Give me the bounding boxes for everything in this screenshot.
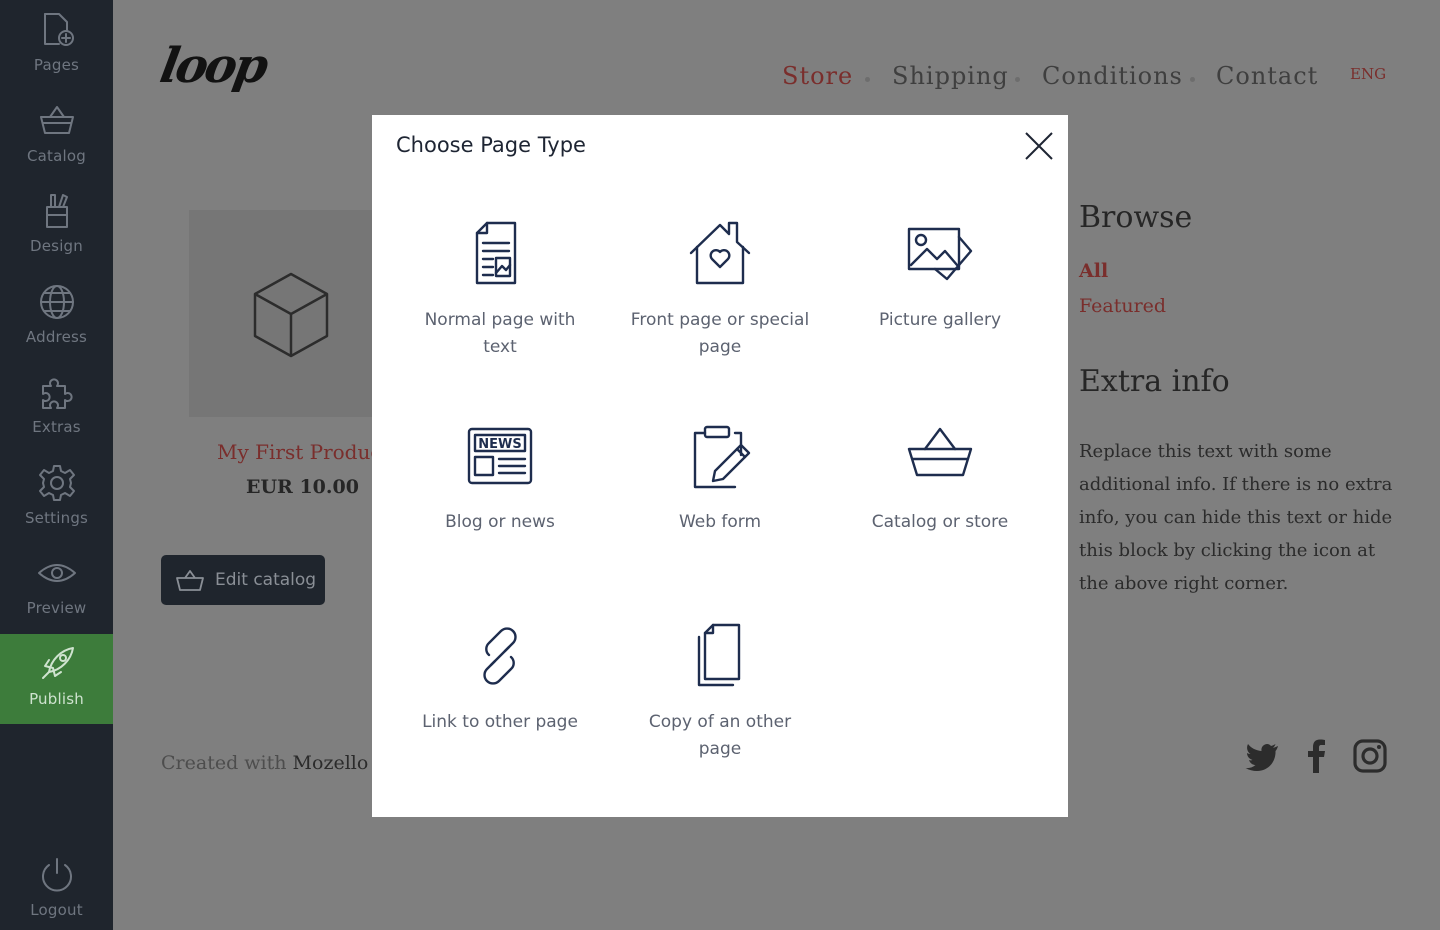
sidebar-item-logout[interactable]: Logout xyxy=(0,845,113,930)
option-copy-page[interactable]: Copy of an other page xyxy=(610,621,830,811)
sidebar-item-publish[interactable]: Publish xyxy=(0,634,113,724)
footer-credit: Created with Mozello - xyxy=(161,752,381,774)
option-picture-gallery[interactable]: Picture gallery xyxy=(830,219,1050,409)
facebook-icon[interactable] xyxy=(1299,738,1335,774)
option-link-page[interactable]: Link to other page xyxy=(390,621,610,811)
box-icon xyxy=(253,272,329,358)
sidebar-item-label: Preview xyxy=(26,599,87,617)
nav-separator xyxy=(1190,77,1195,82)
add-page-icon xyxy=(43,13,74,46)
option-blog-news[interactable]: NEWS Blog or news xyxy=(390,421,610,611)
nav-link-conditions[interactable]: Conditions xyxy=(1042,62,1183,90)
link-icon xyxy=(483,627,517,685)
sidebar-item-label: Publish xyxy=(29,690,84,708)
product-name[interactable]: My First Product xyxy=(217,440,390,464)
sidebar-item-settings[interactable]: Settings xyxy=(0,453,113,543)
option-front-page[interactable]: Front page or special page xyxy=(610,219,830,409)
nav-link-contact[interactable]: Contact xyxy=(1216,62,1318,90)
clipboard-pen-icon xyxy=(693,425,751,489)
option-label: Front page or special page xyxy=(630,310,810,357)
edit-catalog-button[interactable]: Edit catalog xyxy=(161,555,325,605)
instagram-icon[interactable] xyxy=(1352,738,1388,774)
sidebar-item-label: Design xyxy=(30,237,83,255)
sidebar-item-label: Settings xyxy=(24,509,89,527)
nav-link-shipping[interactable]: Shipping xyxy=(892,62,1009,90)
sidebar-item-address[interactable]: Address xyxy=(0,272,113,362)
rocket-icon xyxy=(41,647,74,679)
browse-heading: Browse xyxy=(1079,200,1193,235)
browse-link-featured[interactable]: Featured xyxy=(1079,295,1166,317)
sidebar-item-extras[interactable]: Extras xyxy=(0,362,113,452)
basket-icon xyxy=(39,106,74,134)
gear-icon xyxy=(38,465,75,501)
sidebar-item-pages[interactable]: Pages xyxy=(0,0,113,90)
globe-icon xyxy=(39,285,74,319)
nav-separator xyxy=(1015,77,1020,82)
option-label: Web form xyxy=(678,512,762,532)
power-icon xyxy=(41,858,72,892)
sidebar-item-catalog[interactable]: Catalog xyxy=(0,91,113,181)
newspaper-icon: NEWS xyxy=(467,427,533,485)
option-web-form[interactable]: Web form xyxy=(610,421,830,611)
sidebar: Pages Catalog Design Address Extras Sett… xyxy=(0,0,113,930)
basket-icon xyxy=(176,570,204,591)
nav-separator xyxy=(865,77,870,82)
close-icon[interactable] xyxy=(1022,129,1056,163)
option-label: Copy of an other page xyxy=(648,712,792,759)
copy-icon xyxy=(697,623,741,687)
svg-text:NEWS: NEWS xyxy=(478,437,521,452)
extra-info-text: Replace this text with some additional i… xyxy=(1079,441,1393,594)
twitter-icon[interactable] xyxy=(1244,738,1280,774)
option-catalog-store[interactable]: Catalog or store xyxy=(830,421,1050,611)
sidebar-item-label: Extras xyxy=(32,418,81,436)
sidebar-item-label: Catalog xyxy=(26,147,86,165)
footer-brand-link[interactable]: Mozello xyxy=(293,752,369,774)
option-label: Link to other page xyxy=(422,712,578,732)
option-label: Picture gallery xyxy=(878,310,1002,330)
option-normal-page[interactable]: Normal page with text xyxy=(390,219,610,409)
option-label: Blog or news xyxy=(445,512,555,532)
product-price: EUR 10.00 xyxy=(246,476,359,498)
option-label: Normal page with text xyxy=(424,310,576,357)
pictures-icon xyxy=(907,227,973,281)
eye-icon xyxy=(37,564,76,582)
option-label: Catalog or store xyxy=(871,512,1009,532)
sidebar-item-label: Pages xyxy=(33,56,80,74)
browse-link-all[interactable]: All xyxy=(1079,260,1108,282)
puzzle-icon xyxy=(41,378,73,409)
sidebar-item-preview[interactable]: Preview xyxy=(0,543,113,633)
dialog-title: Choose Page Type xyxy=(396,133,586,157)
design-tools-icon xyxy=(45,194,68,228)
edit-catalog-label: Edit catalog xyxy=(215,570,317,590)
extra-info-heading: Extra info xyxy=(1079,364,1230,399)
nav-link-store[interactable]: Store xyxy=(782,62,853,90)
document-icon xyxy=(475,221,517,285)
footer-prefix: Created with xyxy=(161,752,287,774)
home-heart-icon xyxy=(689,221,751,285)
sidebar-item-label: Address xyxy=(25,328,88,346)
language-selector[interactable]: ENG xyxy=(1350,65,1386,83)
choose-page-type-dialog: Choose Page Type Normal page with text F… xyxy=(372,115,1068,817)
site-nav: Store Shipping Conditions Contact xyxy=(113,62,1440,102)
sidebar-item-label: Logout xyxy=(30,901,83,919)
product-image[interactable] xyxy=(189,210,389,417)
basket-icon xyxy=(907,427,973,477)
sidebar-item-design[interactable]: Design xyxy=(0,181,113,271)
